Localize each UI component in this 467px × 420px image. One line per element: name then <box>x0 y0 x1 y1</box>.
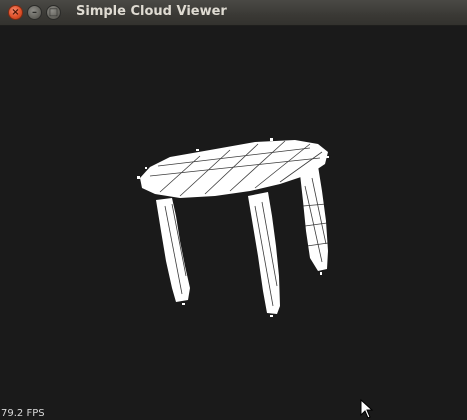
close-button[interactable]: × <box>8 5 23 20</box>
maximize-button[interactable]: □ <box>46 5 61 20</box>
app-window: × – □ Simple Cloud Viewer 79.2 FPS <box>0 0 467 420</box>
close-icon: × <box>11 6 20 18</box>
fps-counter: 79.2 FPS <box>1 408 45 419</box>
window-title: Simple Cloud Viewer <box>76 4 227 19</box>
table-leg-front-right <box>248 192 280 314</box>
minimize-button[interactable]: – <box>27 5 42 20</box>
point-cloud-viewport[interactable]: 79.2 FPS <box>0 26 467 420</box>
minimize-icon: – <box>32 6 37 18</box>
point-cloud-table-render <box>137 138 329 317</box>
title-bar[interactable]: × – □ Simple Cloud Viewer <box>0 0 467 26</box>
table-leg-front-left <box>156 198 190 302</box>
table-leg-back-right <box>300 166 328 271</box>
mouse-cursor-icon <box>360 399 374 419</box>
maximize-icon: □ <box>48 6 59 18</box>
table-top-points <box>140 140 328 198</box>
